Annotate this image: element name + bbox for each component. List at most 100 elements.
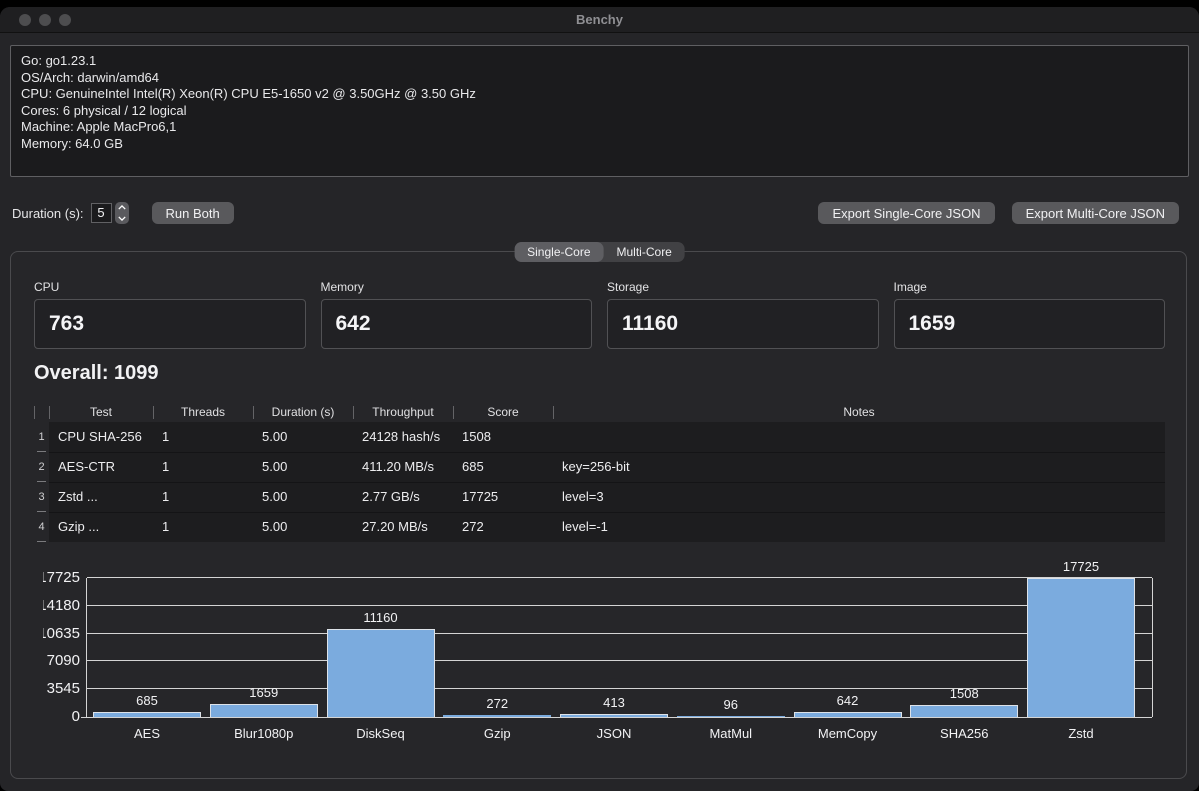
header-test: Test <box>49 403 153 422</box>
chart-bar-slot: 1508SHA256 <box>910 578 1018 717</box>
bar-category-label: Gzip <box>427 726 567 741</box>
duration-input[interactable]: 5 <box>91 203 112 223</box>
table-cell-threads: 1 <box>153 482 253 512</box>
export-multi-core-button[interactable]: Export Multi-Core JSON <box>1012 202 1179 224</box>
core-mode-tabs: Single-Core Multi-Core <box>514 242 685 262</box>
bar-value-label: 17725 <box>1011 559 1151 574</box>
title-bar[interactable]: Benchy <box>0 7 1199 33</box>
tab-multi-core[interactable]: Multi-Core <box>604 242 685 262</box>
stat-card-storage: Storage 11160 <box>607 280 879 349</box>
table-cell-num: 1 <box>34 422 49 452</box>
duration-stepper <box>115 202 129 224</box>
table-cell-test: CPU SHA-256 <box>49 422 153 452</box>
table-cell-duration: 5.00 <box>253 512 353 542</box>
header-row-number <box>34 403 49 422</box>
axis-tick <box>81 717 87 718</box>
chart-bar-slot: 685AES <box>93 578 201 717</box>
stat-card-box: 11160 <box>607 299 879 349</box>
bar-value-label: 685 <box>77 693 217 708</box>
stat-card-value: 763 <box>49 312 84 336</box>
stat-card-box: 1659 <box>894 299 1166 349</box>
bar-category-label: Zstd <box>1011 726 1151 741</box>
run-both-button[interactable]: Run Both <box>152 202 234 224</box>
table-row[interactable]: 2AES-CTR15.00411.20 MB/s685key=256-bit <box>34 452 1165 482</box>
table-cell-duration: 5.00 <box>253 452 353 482</box>
table-cell-duration: 5.00 <box>253 422 353 452</box>
table-cell-test: Zstd ... <box>49 482 153 512</box>
bar-value-label: 272 <box>427 696 567 711</box>
bar-value-label: 413 <box>544 695 684 710</box>
sysinfo-machine: Machine: Apple MacPro6,1 <box>21 119 1178 136</box>
sysinfo-cpu: CPU: GenuineIntel Intel(R) Xeon(R) CPU E… <box>21 86 1178 103</box>
table-cell-throughput: 27.20 MB/s <box>353 512 453 542</box>
table-cell-duration: 5.00 <box>253 482 353 512</box>
table-row[interactable]: 3Zstd ...15.002.77 GB/s17725level=3 <box>34 482 1165 512</box>
table-cell-threads: 1 <box>153 452 253 482</box>
chart-bar <box>443 715 551 717</box>
sysinfo-memory: Memory: 64.0 GB <box>21 136 1178 153</box>
stat-card-memory: Memory 642 <box>321 280 593 349</box>
export-buttons: Export Single-Core JSON Export Multi-Cor… <box>818 202 1179 224</box>
bar-category-label: MemCopy <box>778 726 918 741</box>
table-cell-notes <box>553 422 1165 452</box>
header-score: Score <box>453 403 553 422</box>
y-axis-tick-label: 17725 <box>43 569 80 587</box>
table-cell-score: 1508 <box>453 422 553 452</box>
table-header: Test Threads Duration (s) Throughput Sco… <box>34 403 1165 422</box>
chart-bar <box>327 629 435 717</box>
gridline <box>87 577 1152 578</box>
tab-single-core[interactable]: Single-Core <box>514 242 603 262</box>
table-cell-num: 3 <box>34 482 49 512</box>
controls-row: Duration (s): 5 Run Both Export Single-C… <box>12 201 1179 225</box>
sysinfo-cores: Cores: 6 physical / 12 logical <box>21 103 1178 120</box>
chart-bar <box>794 712 902 717</box>
sysinfo-os-arch: OS/Arch: darwin/amd64 <box>21 70 1178 87</box>
table-cell-score: 17725 <box>453 482 553 512</box>
y-axis-tick-label: 10635 <box>43 625 80 643</box>
chart-bar <box>677 716 785 717</box>
stat-card-box: 763 <box>34 299 306 349</box>
chart-bar-slot: 413JSON <box>560 578 668 717</box>
chart-bar <box>1027 578 1135 717</box>
table-cell-threads: 1 <box>153 512 253 542</box>
table-row[interactable]: 4Gzip ...15.0027.20 MB/s272level=-1 <box>34 512 1165 542</box>
stepper-up-button[interactable] <box>115 202 129 213</box>
bar-value-label: 642 <box>778 693 918 708</box>
gridline <box>87 660 1152 661</box>
table-cell-num: 4 <box>34 512 49 542</box>
table-cell-throughput: 24128 hash/s <box>353 422 453 452</box>
header-duration: Duration (s) <box>253 403 353 422</box>
bar-value-label: 1508 <box>894 686 1034 701</box>
bar-value-label: 11160 <box>311 610 451 625</box>
bar-category-label: DiskSeq <box>311 726 451 741</box>
chart-bar <box>560 714 668 717</box>
chart-bar <box>910 705 1018 717</box>
bar-category-label: Blur1080p <box>194 726 334 741</box>
y-axis-tick-label: 14180 <box>43 597 80 615</box>
stat-card-label: Memory <box>321 280 593 294</box>
table-cell-score: 272 <box>453 512 553 542</box>
header-throughput: Throughput <box>353 403 453 422</box>
sysinfo-go: Go: go1.23.1 <box>21 53 1178 70</box>
export-single-core-button[interactable]: Export Single-Core JSON <box>818 202 994 224</box>
header-threads: Threads <box>153 403 253 422</box>
table-cell-throughput: 411.20 MB/s <box>353 452 453 482</box>
stepper-down-button[interactable] <box>115 213 129 224</box>
stat-card-value: 642 <box>336 312 371 336</box>
chart-bar-slot: 272Gzip <box>443 578 551 717</box>
table-cell-notes: key=256-bit <box>553 452 1165 482</box>
chevron-up-icon <box>118 205 126 210</box>
bar-category-label: AES <box>77 726 217 741</box>
duration-label: Duration (s): <box>12 206 84 221</box>
chart-bar-slot: 96MatMul <box>677 578 785 717</box>
gridline <box>87 688 1152 689</box>
gridline <box>87 605 1152 606</box>
chart-bar-slot: 11160DiskSeq <box>327 578 435 717</box>
table-row[interactable]: 1CPU SHA-25615.0024128 hash/s1508 <box>34 422 1165 452</box>
stat-card-label: CPU <box>34 280 306 294</box>
stat-card-label: Storage <box>607 280 879 294</box>
table-cell-test: AES-CTR <box>49 452 153 482</box>
window-title: Benchy <box>0 7 1199 33</box>
header-notes: Notes <box>553 403 1165 422</box>
system-info-box: Go: go1.23.1 OS/Arch: darwin/amd64 CPU: … <box>10 45 1189 177</box>
